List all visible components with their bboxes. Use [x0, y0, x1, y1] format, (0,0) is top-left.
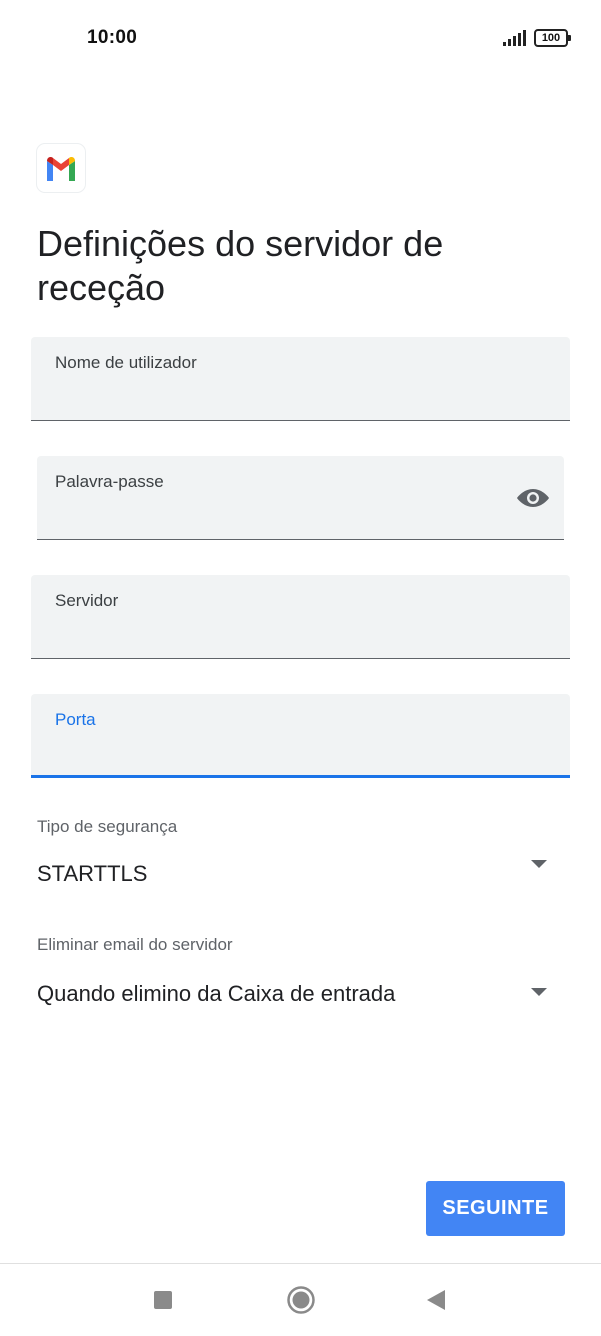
security-type-label: Tipo de segurança: [37, 817, 178, 836]
server-field[interactable]: Servidor: [31, 575, 570, 659]
username-field[interactable]: Nome de utilizador: [31, 337, 570, 421]
username-label: Nome de utilizador: [55, 353, 197, 372]
status-time: 10:00: [87, 27, 138, 48]
delete-email-dropdown[interactable]: Quando elimino da Caixa de entrada: [31, 968, 570, 1018]
page-title: Definições do servidor de receção: [37, 223, 444, 308]
battery-level: 100: [534, 29, 568, 47]
chevron-down-icon: [531, 860, 547, 868]
port-input[interactable]: [55, 739, 487, 767]
delete-email-label: Eliminar email do servidor: [37, 935, 233, 954]
password-label: Palavra-passe: [55, 472, 164, 491]
security-type-dropdown[interactable]: STARTTLS: [31, 850, 570, 900]
password-input[interactable]: [55, 503, 451, 531]
port-label: Porta: [55, 710, 96, 729]
username-input[interactable]: [55, 384, 487, 412]
server-label: Servidor: [55, 591, 119, 610]
next-button[interactable]: SEGUINTE: [426, 1181, 565, 1236]
server-input[interactable]: [55, 622, 487, 650]
delete-email-value: Quando elimino da Caixa de entrada: [37, 981, 396, 1006]
home-icon[interactable]: [287, 1286, 315, 1314]
status-bar: 10:00 100: [0, 0, 601, 76]
password-field[interactable]: Palavra-passe: [37, 456, 564, 540]
security-type-value: STARTTLS: [37, 861, 148, 886]
system-nav-bar: [0, 1264, 601, 1336]
battery-icon: 100: [534, 29, 571, 47]
recents-icon[interactable]: [154, 1291, 172, 1309]
signal-icon: [503, 30, 526, 46]
chevron-down-icon: [531, 988, 547, 996]
eye-icon[interactable]: [516, 484, 550, 512]
back-icon[interactable]: [426, 1289, 446, 1311]
gmail-icon: [37, 144, 85, 192]
port-field[interactable]: Porta: [31, 694, 570, 778]
